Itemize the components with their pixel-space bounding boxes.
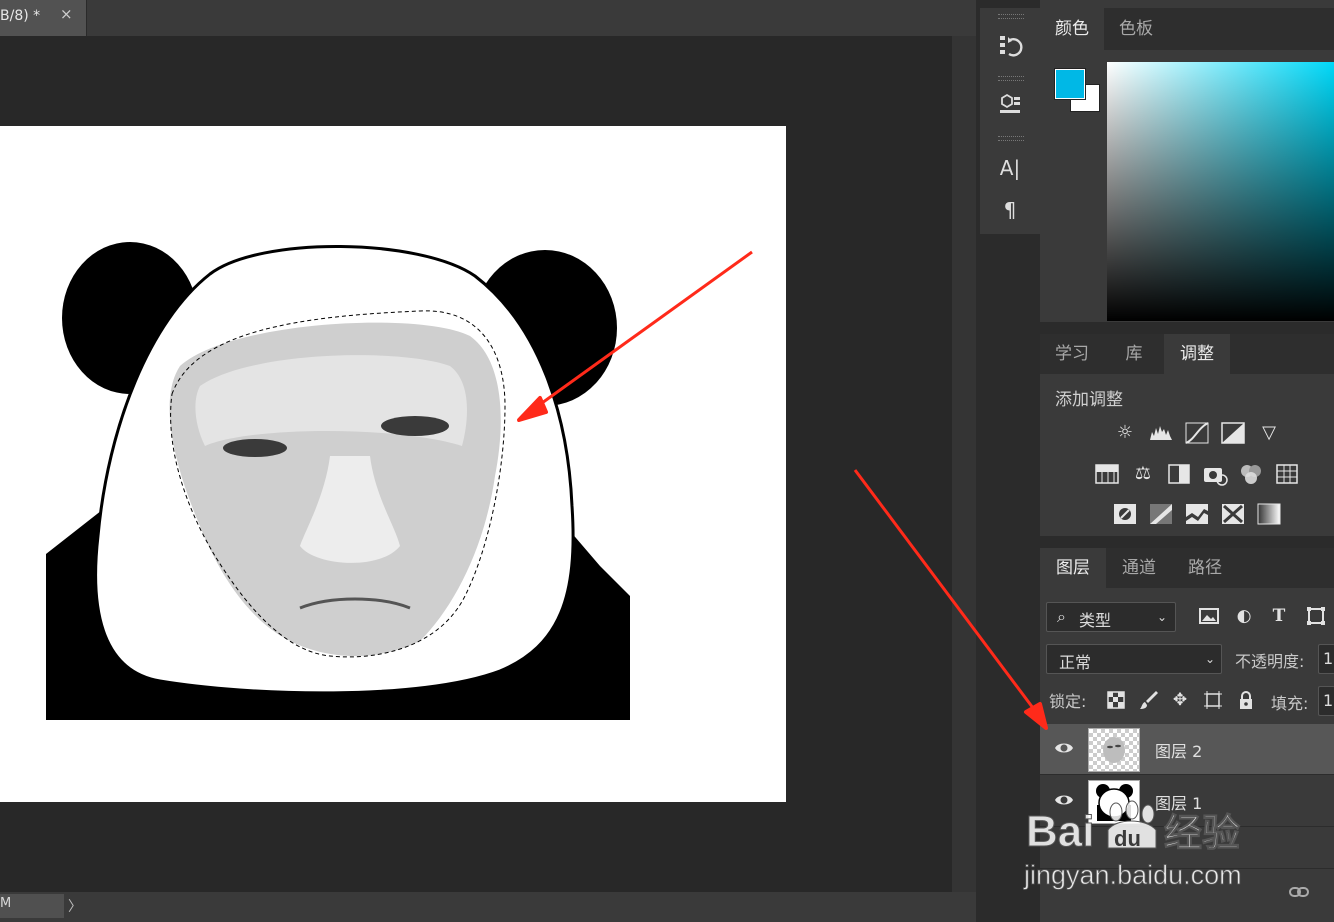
tab-color[interactable]: 颜色 <box>1040 8 1104 50</box>
layer-row-2[interactable]: 图层 2 <box>1040 724 1334 775</box>
posterize-icon[interactable] <box>1148 501 1174 527</box>
foreground-color-swatch[interactable] <box>1055 69 1085 99</box>
dock-grip[interactable] <box>998 136 1024 141</box>
lock-artboard-icon[interactable] <box>1202 689 1224 711</box>
status-bar: M 〉 <box>0 892 976 922</box>
blend-mode-value: 正常 <box>1059 653 1092 672</box>
color-balance-icon[interactable]: ⚖ <box>1130 461 1156 487</box>
lock-all-icon[interactable] <box>1235 689 1257 711</box>
tab-channels[interactable]: 通道 <box>1106 548 1172 588</box>
baidu-jingyan-watermark: Bai du 经验 jingyan.baidu.com <box>1020 800 1320 900</box>
brightness-contrast-icon[interactable]: ☼ <box>1112 420 1138 446</box>
watermark-brand: Bai <box>1026 807 1094 856</box>
panel-divider <box>1040 322 1334 334</box>
watermark-paw-text: du <box>1114 826 1141 851</box>
color-spectrum-field[interactable] <box>1107 62 1334 321</box>
panel-divider <box>1040 536 1334 548</box>
photo-filter-icon[interactable] <box>1202 461 1228 487</box>
chevron-down-icon: ⌄ <box>1157 610 1168 624</box>
add-adjustment-title: 添加调整 <box>1055 390 1123 410</box>
channel-mixer-icon[interactable] <box>1238 461 1264 487</box>
tab-adjustments[interactable]: 调整 <box>1164 334 1230 374</box>
lock-image-pixels-icon[interactable] <box>1138 689 1160 711</box>
layer-filter-select[interactable]: ⌕ 类型 ⌄ <box>1046 602 1176 632</box>
color-lookup-icon[interactable] <box>1274 461 1300 487</box>
threshold-icon[interactable] <box>1184 501 1210 527</box>
canvas-vertical-scrollbar[interactable] <box>952 36 976 892</box>
tab-paths[interactable]: 路径 <box>1172 548 1238 588</box>
zoom-value: M <box>0 896 12 911</box>
opacity-value: 10 <box>1323 649 1334 668</box>
watermark-suffix: 经验 <box>1164 811 1240 855</box>
watermark-url: jingyan.baidu.com <box>1023 860 1242 890</box>
character-icon[interactable]: A| <box>996 154 1024 182</box>
document-tab-bar: B/8) * × <box>0 0 976 36</box>
layer-thumbnail <box>1088 728 1140 772</box>
layer-name: 图层 2 <box>1155 742 1203 761</box>
layer-filter-label: 类型 <box>1079 611 1112 630</box>
chevron-down-icon: ⌄ <box>1205 652 1216 666</box>
adjustment-layer-filter-icon[interactable]: ◐ <box>1233 605 1255 627</box>
opacity-label: 不透明度: <box>1235 652 1305 671</box>
lock-position-icon[interactable]: ✥ <box>1169 689 1191 711</box>
lock-label: 锁定: <box>1049 692 1087 711</box>
zoom-field[interactable]: M <box>0 894 64 918</box>
type-layer-filter-icon[interactable]: T <box>1268 605 1290 627</box>
document-canvas[interactable] <box>0 126 786 802</box>
levels-icon[interactable] <box>1148 420 1174 446</box>
exposure-icon[interactable] <box>1220 420 1246 446</box>
document-tab-label: B/8) * <box>0 8 41 24</box>
invert-icon[interactable] <box>1112 501 1138 527</box>
fill-field[interactable]: 10 <box>1318 686 1334 716</box>
color-panel-tabs: 颜色 色板 <box>1040 8 1334 50</box>
eye-visibility-icon[interactable] <box>1054 738 1074 758</box>
curves-icon[interactable] <box>1184 420 1210 446</box>
document-tab[interactable]: B/8) * × <box>0 0 87 36</box>
tab-libraries[interactable]: 库 <box>1104 334 1164 374</box>
tab-swatches[interactable]: 色板 <box>1104 8 1168 50</box>
status-chevron-icon[interactable]: 〉 <box>68 896 82 916</box>
vibrance-icon[interactable]: ▽ <box>1256 420 1282 446</box>
paragraph-icon[interactable]: ¶ <box>996 196 1024 224</box>
layers-panel-tabs: 图层 通道 路径 <box>1040 548 1334 588</box>
opacity-field[interactable]: 10 <box>1318 644 1334 674</box>
fill-value: 10 <box>1323 691 1334 710</box>
lock-transparent-pixels-icon[interactable] <box>1105 689 1127 711</box>
panel-dock: A| ¶ <box>976 0 1040 922</box>
panda-meme-image <box>46 242 630 720</box>
black-white-icon[interactable] <box>1166 461 1192 487</box>
close-tab-icon[interactable]: × <box>60 5 73 23</box>
adjustments-panel-tabs: 学习 库 调整 <box>1040 334 1334 374</box>
left-eye <box>223 439 287 457</box>
history-icon[interactable] <box>996 32 1024 60</box>
right-eye <box>381 416 449 436</box>
hue-saturation-icon[interactable] <box>1094 461 1120 487</box>
blend-mode-select[interactable]: 正常 ⌄ <box>1046 644 1222 674</box>
dock-grip[interactable] <box>998 14 1024 19</box>
3d-material-icon[interactable] <box>996 90 1024 118</box>
tab-learn[interactable]: 学习 <box>1040 334 1104 374</box>
search-icon: ⌕ <box>1057 607 1066 626</box>
shape-layer-filter-icon[interactable] <box>1305 605 1327 627</box>
selective-color-icon[interactable] <box>1220 501 1246 527</box>
tab-layers[interactable]: 图层 <box>1040 548 1106 588</box>
gradient-map-icon[interactable] <box>1256 501 1282 527</box>
dock-grip[interactable] <box>998 76 1024 81</box>
pixel-layer-filter-icon[interactable] <box>1198 605 1220 627</box>
fill-label: 填充: <box>1271 694 1309 713</box>
